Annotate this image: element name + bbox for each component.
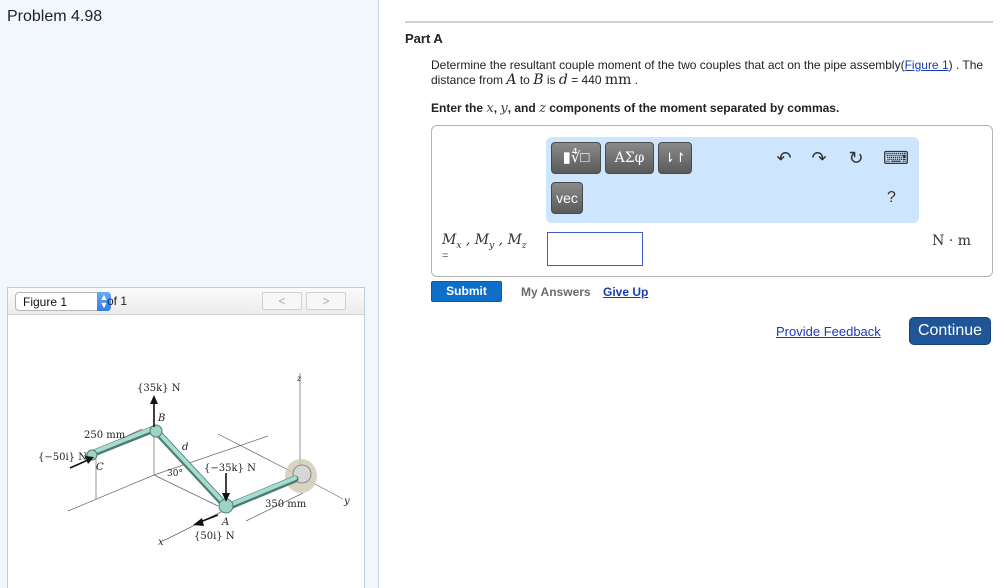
chevron-left-icon: < [278,294,286,308]
label-force-c: {−50i} N [38,452,87,463]
divider [405,21,993,23]
label-axis-y: y [343,496,350,507]
var-a: A [506,72,517,88]
give-up-link[interactable]: Give Up [603,285,648,299]
var-d: d [558,72,568,88]
undo-button[interactable]: ↶ [773,147,795,169]
figure-toolbar: Figure 1 ▲ ▼ of 1 < > [8,288,364,315]
help-button[interactable]: ? [887,189,896,207]
chevron-right-icon: > [322,294,330,308]
help-icon: ? [887,189,896,206]
label-point-c: C [96,462,104,473]
label-force-a-x: {50i} N [194,531,235,542]
label-force-a-down: {−35k} N [204,463,256,474]
redo-icon: ↷ [811,148,827,168]
keyboard-shortcuts-button[interactable]: ⌨ [883,147,909,169]
figure-select-value: Figure 1 [23,295,68,309]
reset-button[interactable]: ↻ [845,147,867,169]
math-toolbar: ▮∜□ ΑΣφ ⇂↾ vec ↶ ↷ ↻ ⌨ ? [546,137,919,223]
label-force-b: {35k} N [137,383,181,394]
problem-prompt: Determine the resultant couple moment of… [431,58,986,88]
label-dist-d: d [182,442,188,453]
var-mx-my-mz: Mx , My , Mz [442,232,527,251]
redo-button[interactable]: ↷ [808,147,830,169]
reset-icon: ↻ [848,148,864,168]
greek-icon: ΑΣφ [614,150,645,166]
var-b: B [533,72,544,88]
construction-lines [67,373,344,542]
part-title: Part A [405,31,443,46]
vec-label: vec [556,190,578,206]
label-angle: 30° [167,469,183,479]
prompt-value: = 440 [567,73,605,87]
problem-title: Problem 4.98 [7,8,103,25]
instructions: Enter the x, y, and z components of the … [431,101,839,116]
answer-box: ▮∜□ ΑΣφ ⇂↾ vec ↶ ↷ ↻ ⌨ ? Mx , My , Mz = … [431,125,993,277]
force-arrows [69,395,230,526]
figure-link-text[interactable]: Figure 1 [905,58,949,72]
label-point-a: A [221,517,229,528]
equals-sign: = [442,250,449,262]
var-x: x [486,101,494,116]
prompt-text: . [631,73,639,87]
answer-units: N · m [932,233,971,249]
continue-button[interactable]: Continue [909,317,991,345]
prompt-text: Determine the resultant couple moment of… [431,58,901,72]
undo-icon: ↶ [776,148,792,168]
instr-text: , and [507,101,540,115]
left-panel: Problem 4.98 Figure 1 ▲ ▼ of 1 < > {35k}… [0,0,379,588]
next-figure-button[interactable]: > [306,292,346,310]
pipe-assembly-figure: {35k} N B 250 mm {−50i} N C d 30° {−35k}… [38,373,350,548]
vector-button[interactable]: vec [551,182,583,214]
right-panel: Part A Determine the resultant couple mo… [379,0,1004,588]
greek-symbols-button[interactable]: ΑΣφ [605,142,654,174]
keyboard-icon: ⌨ [883,148,909,168]
templates-icon: ▮∜□ [562,149,590,166]
templates-button[interactable]: ▮∜□ [551,142,601,174]
previous-figure-button[interactable]: < [262,292,302,310]
arrows-icon: ⇂↾ [664,150,686,165]
figure-panel: Figure 1 ▲ ▼ of 1 < > {35k} N B 250 mm {… [7,287,365,588]
var-z: z [539,101,546,116]
figure-count: of 1 [107,294,128,308]
var-y: y [500,101,508,116]
figure-link[interactable]: (Figure 1 [901,58,949,72]
label-axis-x: x [158,537,164,548]
my-answers-label: My Answers [521,285,591,299]
arrows-button[interactable]: ⇂↾ [658,142,692,174]
prompt-text: to [516,73,534,87]
answer-variable-label: Mx , My , Mz [442,231,527,251]
provide-feedback-link[interactable]: Provide Feedback [776,324,881,339]
answer-input[interactable] [547,232,643,266]
label-dim-250: 250 mm [84,430,126,441]
instr-text: Enter the [431,101,487,115]
label-axis-z: z [296,374,302,383]
label-point-b: B [157,413,165,424]
instr-text: components of the moment separated by co… [545,101,840,115]
label-dim-350: 350 mm [265,499,307,510]
submit-button[interactable]: Submit [431,281,502,302]
unit-mm: mm [604,72,632,88]
figure-select[interactable]: Figure 1 ▲ ▼ [15,292,111,311]
elbow-b [149,424,163,438]
prompt-text: is [543,73,559,87]
